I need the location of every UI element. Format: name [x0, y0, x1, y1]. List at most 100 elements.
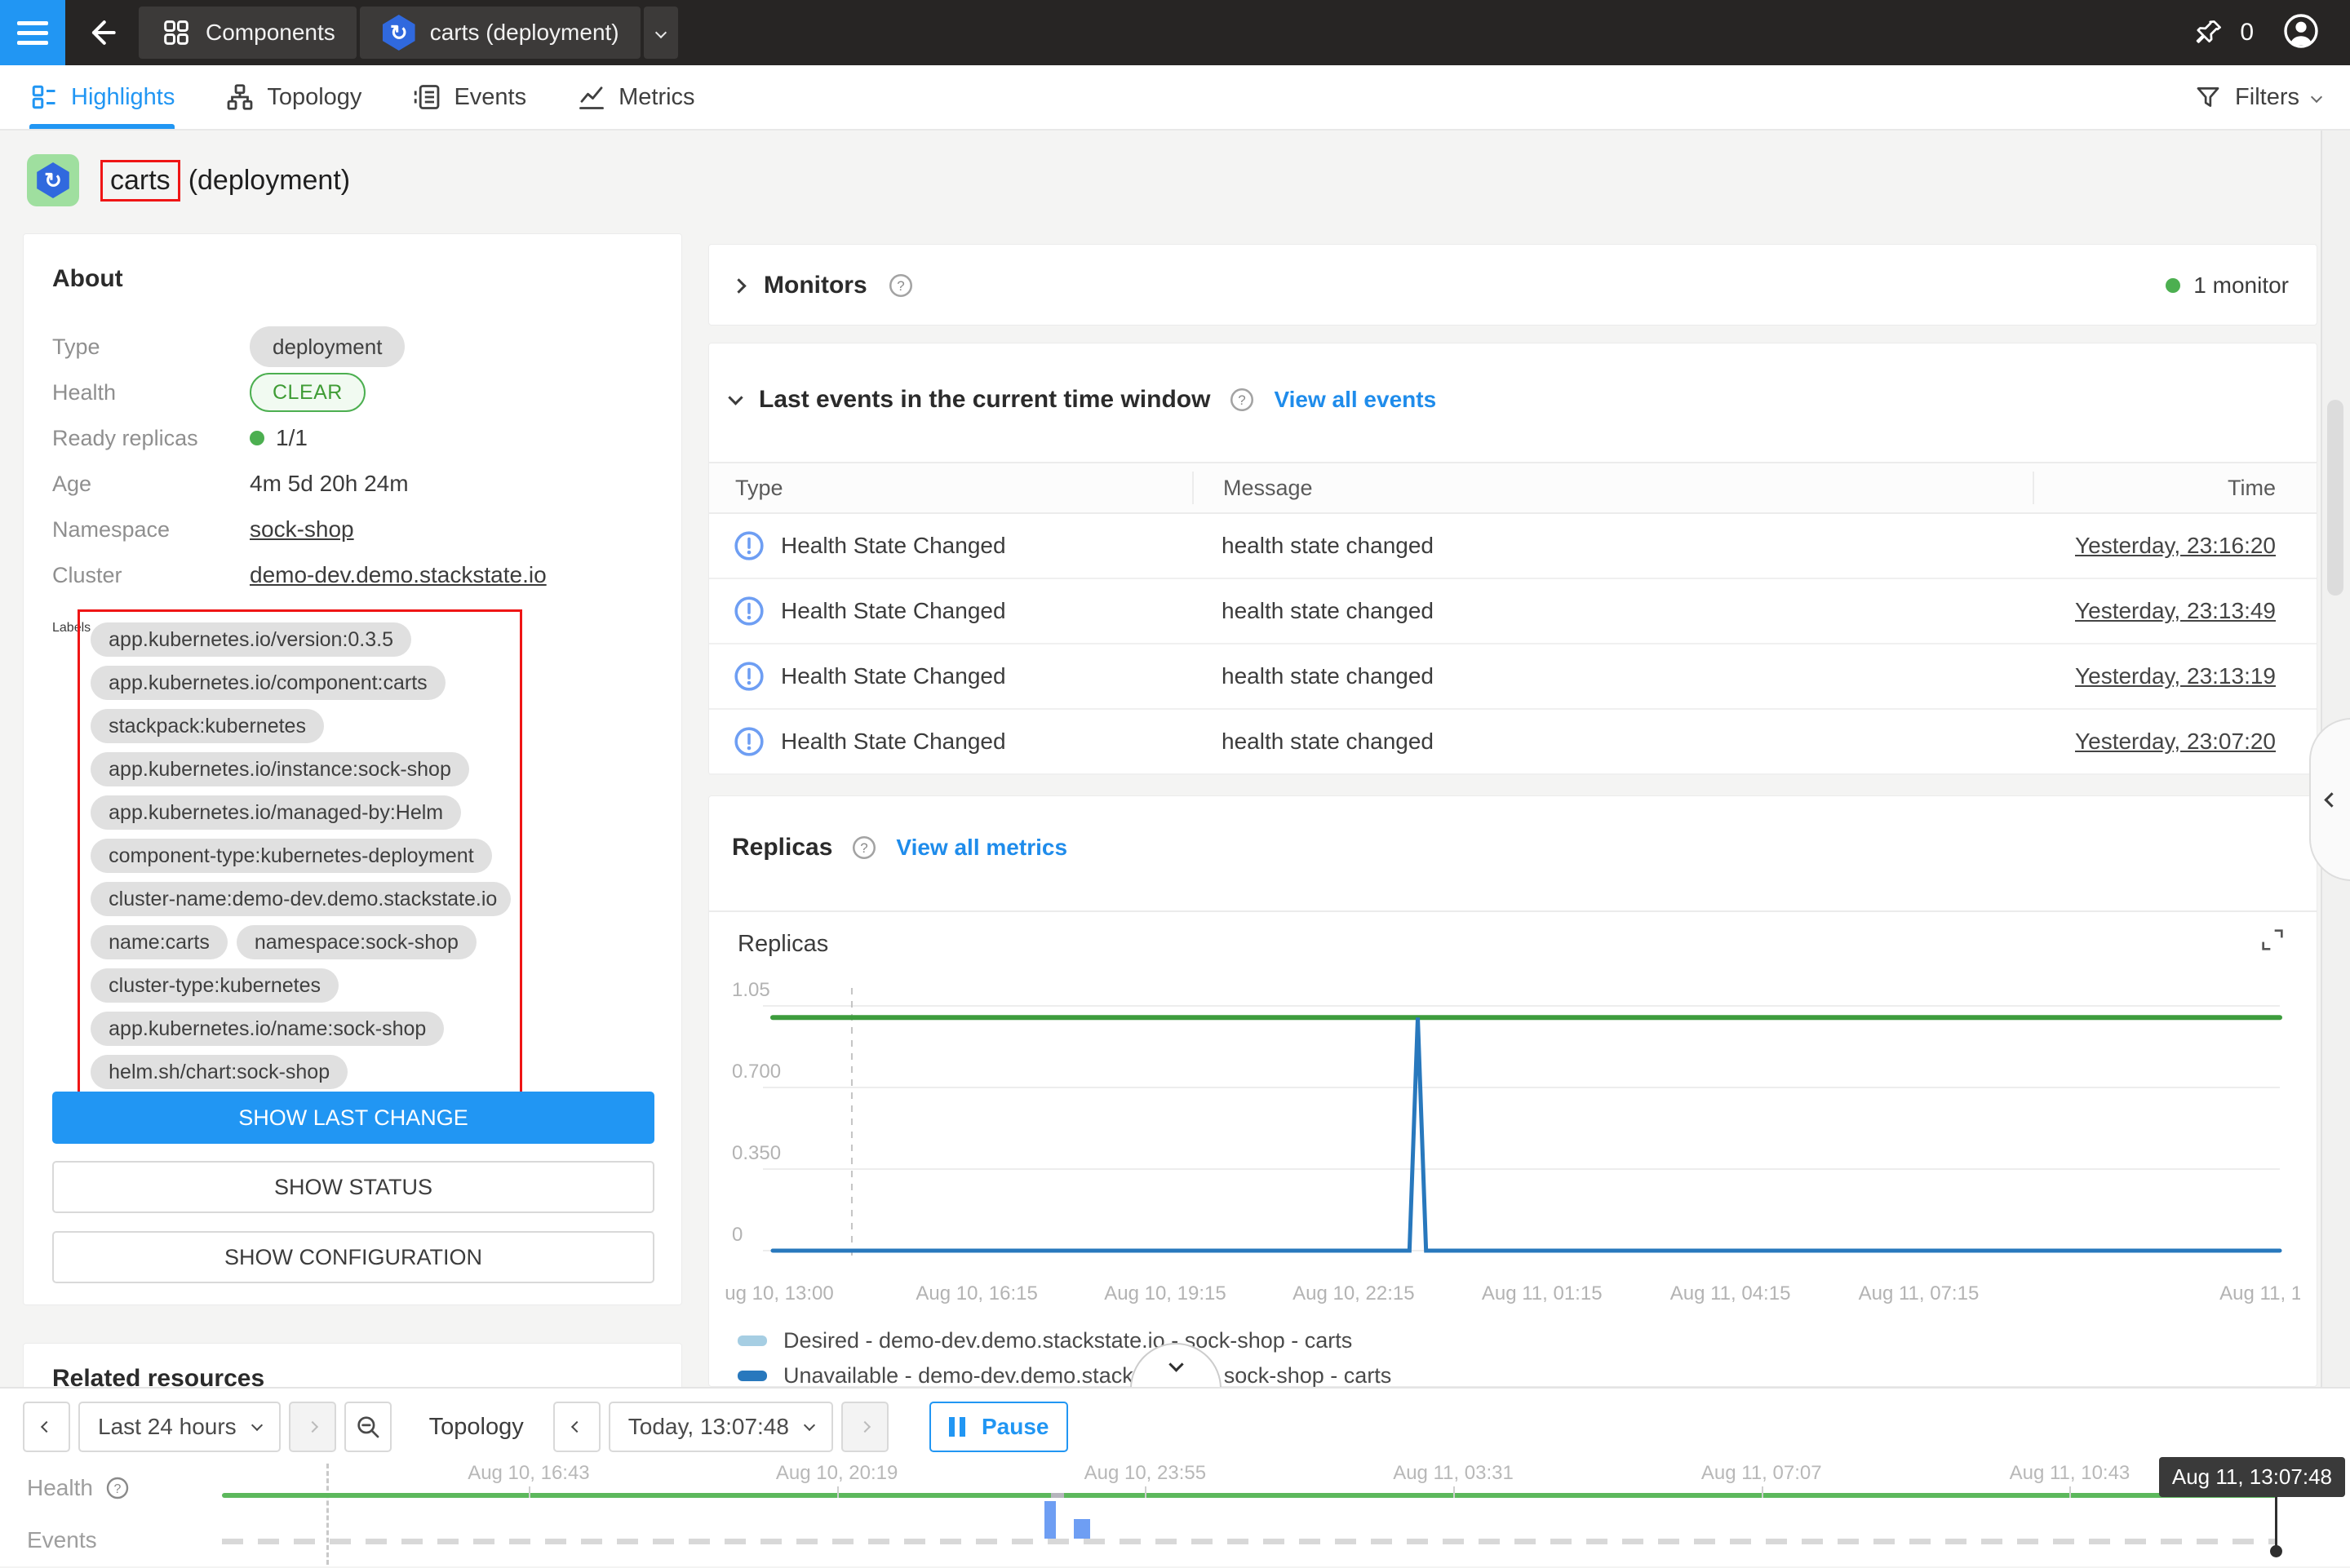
expand-chart-button[interactable] — [2259, 927, 2286, 955]
svg-text:Aug 11, 13:00: Aug 11, 13:00 — [2219, 1282, 2300, 1304]
chart-legend: Desired - demo-dev.demo.stackstate.io - … — [738, 1328, 1391, 1387]
event-time-link[interactable]: Yesterday, 23:07:20 — [2075, 729, 2276, 754]
label-chip: app.kubernetes.io/version:0.3.5 — [91, 622, 411, 657]
pin-button[interactable]: 0 — [2193, 16, 2254, 49]
event-message: health state changed — [1192, 533, 2033, 559]
show-status-button[interactable]: SHOW STATUS — [52, 1161, 654, 1213]
timeline-tick-mark — [2069, 1486, 2071, 1498]
back-arrow-icon — [84, 15, 120, 51]
filters-button[interactable]: Filters — [2194, 83, 2321, 111]
age-value: 4m 5d 20h 24m — [250, 471, 409, 497]
time-dropdown[interactable]: Today, 13:07:48 — [609, 1402, 833, 1452]
tab-carts-deployment[interactable]: ↻ carts (deployment) — [360, 7, 641, 59]
tab-topology[interactable]: Topology — [225, 65, 361, 129]
pin-count: 0 — [2240, 19, 2254, 47]
tab-highlights[interactable]: Highlights — [29, 65, 175, 129]
legend-label: Desired - demo-dev.demo.stackstate.io - … — [783, 1328, 1352, 1353]
chevron-left-icon — [2324, 792, 2339, 807]
zoom-out-button[interactable] — [344, 1402, 392, 1452]
label-chip: app.kubernetes.io/component:carts — [91, 666, 446, 700]
view-all-events-link[interactable]: View all events — [1274, 387, 1436, 413]
replicas-chart: 1.050.7000.3500Aug 10, 13:00Aug 10, 16:1… — [725, 972, 2300, 1322]
label-chip: component-type:kubernetes-deployment — [91, 839, 492, 873]
related-resources-heading: Related resources — [52, 1365, 264, 1387]
svg-text:Aug 10, 13:00: Aug 10, 13:00 — [725, 1282, 834, 1304]
namespace-link[interactable]: sock-shop — [250, 516, 354, 543]
range-forward-button[interactable] — [289, 1402, 336, 1452]
green-dot-icon — [2166, 278, 2180, 293]
chevron-right-icon[interactable] — [731, 278, 746, 293]
entity-suffix: (deployment) — [188, 165, 350, 197]
legend-item[interactable]: Unavailable - demo-dev.demo.stackstate.i… — [738, 1363, 1391, 1387]
time-cursor-dot[interactable] — [2270, 1545, 2282, 1557]
ready-replicas-value: 1/1 — [276, 425, 308, 451]
legend-swatch — [738, 1371, 767, 1381]
metrics-icon — [577, 82, 606, 112]
timeline-tick-mark — [529, 1486, 530, 1498]
pause-button[interactable]: Pause — [929, 1402, 1069, 1452]
event-type: Health State Changed — [781, 729, 1006, 755]
scrollbar-thumb[interactable] — [2327, 400, 2343, 596]
timeline-tick-mark — [1762, 1486, 1763, 1498]
event-time-link[interactable]: Yesterday, 23:13:19 — [2075, 663, 2276, 689]
event-table-row[interactable]: Health State Changedhealth state changed… — [709, 514, 2317, 579]
chevron-down-icon[interactable] — [728, 390, 743, 405]
user-avatar[interactable] — [2281, 11, 2321, 55]
timeline-track[interactable]: Aug 11, 13:07:48 Aug 10, 16:43Aug 10, 20… — [222, 1462, 2277, 1568]
svg-text:Aug 10, 19:15: Aug 10, 19:15 — [1104, 1282, 1226, 1304]
pause-icon — [949, 1417, 965, 1437]
deployment-icon: ↻ — [27, 154, 79, 206]
time-back-button[interactable] — [553, 1402, 601, 1452]
tab-metrics[interactable]: Metrics — [577, 65, 694, 129]
timeline-tick-label: Aug 11, 07:07 — [1701, 1462, 1822, 1485]
cluster-link[interactable]: demo-dev.demo.stackstate.io — [250, 562, 547, 588]
tab-components[interactable]: Components — [139, 7, 357, 59]
event-time-link[interactable]: Yesterday, 23:16:20 — [2075, 533, 2276, 558]
event-histogram-bar[interactable] — [1074, 1519, 1090, 1539]
time-range-dropdown[interactable]: Last 24 hours — [78, 1402, 281, 1452]
label-chip: namespace:sock-shop — [237, 925, 477, 959]
event-table-row[interactable]: Health State Changedhealth state changed… — [709, 579, 2317, 644]
help-circle-icon[interactable]: ? — [104, 1475, 131, 1501]
tab-entity-label: carts (deployment) — [430, 20, 619, 46]
pin-icon — [2193, 16, 2225, 49]
tab-components-label: Components — [206, 20, 335, 46]
help-circle-icon[interactable]: ? — [887, 272, 915, 299]
alert-circle-icon — [734, 530, 765, 561]
label-chip: app.kubernetes.io/name:sock-shop — [91, 1012, 444, 1046]
range-back-button[interactable] — [23, 1402, 70, 1452]
tab-topology-label: Topology — [267, 84, 361, 111]
menu-button[interactable] — [0, 0, 65, 65]
time-forward-button[interactable] — [841, 1402, 889, 1452]
filters-label: Filters — [2235, 84, 2299, 111]
labels-chip-list: app.kubernetes.io/version:0.3.5 app.kuber… — [91, 622, 511, 1089]
alert-circle-icon — [734, 596, 765, 627]
help-circle-icon[interactable]: ? — [1228, 386, 1256, 414]
top-app-bar: Components ↻ carts (deployment) 0 — [0, 0, 2350, 65]
label-chip: stackpack:kubernetes — [91, 709, 324, 743]
chevron-down-icon — [2311, 91, 2322, 103]
expand-right-panel-handle[interactable] — [2309, 718, 2350, 881]
help-circle-icon[interactable]: ? — [850, 834, 878, 862]
show-last-change-button[interactable]: SHOW LAST CHANGE — [52, 1092, 654, 1144]
label-chip: app.kubernetes.io/instance:sock-shop — [91, 752, 469, 786]
view-all-metrics-link[interactable]: View all metrics — [896, 835, 1067, 861]
legend-item[interactable]: Desired - demo-dev.demo.stackstate.io - … — [738, 1328, 1391, 1353]
label-chip: cluster-type:kubernetes — [91, 968, 339, 1003]
event-table-row[interactable]: Health State Changedhealth state changed… — [709, 710, 2317, 775]
highlights-icon — [29, 82, 59, 112]
event-table-row[interactable]: Health State Changedhealth state changed… — [709, 644, 2317, 710]
divider — [709, 910, 2317, 912]
tab-dropdown-caret[interactable] — [644, 7, 678, 59]
section-nav: Highlights Topology Events — [0, 65, 2350, 131]
tab-highlights-label: Highlights — [71, 84, 175, 111]
event-histogram-bar[interactable] — [1044, 1501, 1056, 1539]
show-configuration-button[interactable]: SHOW CONFIGURATION — [52, 1231, 654, 1283]
components-grid-icon — [160, 16, 193, 49]
timeline-health-label: Health ? — [27, 1475, 131, 1501]
svg-text:1.05: 1.05 — [732, 979, 770, 1001]
back-button[interactable] — [65, 0, 139, 65]
health-unknown-gap — [1051, 1493, 1064, 1498]
event-time-link[interactable]: Yesterday, 23:13:49 — [2075, 598, 2276, 623]
tab-events[interactable]: Events — [412, 65, 526, 129]
